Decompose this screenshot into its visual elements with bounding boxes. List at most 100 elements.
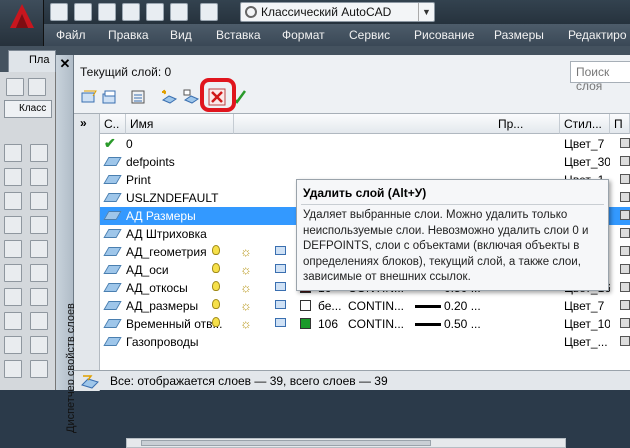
plot-printer-icon[interactable] bbox=[620, 210, 630, 220]
expand-filter-icon[interactable]: » bbox=[80, 116, 87, 130]
move-icon[interactable] bbox=[30, 264, 48, 282]
col-plot[interactable]: П bbox=[610, 114, 630, 134]
tab-plan[interactable]: Пла bbox=[8, 50, 56, 72]
layer-name[interactable]: АД Размеры bbox=[126, 209, 224, 223]
mirror-icon[interactable] bbox=[30, 192, 48, 210]
plot-printer-icon[interactable] bbox=[620, 228, 630, 238]
new-layer-icon[interactable] bbox=[160, 88, 178, 106]
layer-search-input[interactable]: Поиск слоя bbox=[570, 61, 630, 93]
palette-title-bar[interactable]: ✕ Диспетчер свойств слоев bbox=[56, 55, 77, 433]
lineweight[interactable]: 0.50 ... bbox=[444, 317, 488, 331]
lock-icon[interactable] bbox=[275, 318, 286, 327]
toolbox-style-selector[interactable]: Класс bbox=[4, 100, 52, 118]
layer-name[interactable]: АД Штриховка bbox=[126, 227, 224, 241]
close-icon[interactable]: ✕ bbox=[58, 57, 72, 71]
ellipse-icon[interactable] bbox=[4, 360, 22, 378]
menu-edit[interactable]: Правка bbox=[108, 28, 149, 42]
color-swatch[interactable] bbox=[300, 300, 311, 311]
color-swatch[interactable] bbox=[300, 318, 311, 329]
polyline-arc-icon[interactable] bbox=[4, 192, 22, 210]
save-icon[interactable] bbox=[98, 3, 116, 21]
layer-states-manager-icon[interactable] bbox=[130, 88, 148, 106]
layer-name[interactable]: АД_оси bbox=[126, 263, 224, 277]
layer-name[interactable]: 0 bbox=[126, 137, 224, 151]
arc-icon[interactable] bbox=[4, 264, 22, 282]
menu-format[interactable]: Формат bbox=[282, 28, 325, 42]
menu-view[interactable]: Вид bbox=[170, 28, 192, 42]
toolbox-file-icon[interactable] bbox=[6, 78, 24, 96]
rectangle-icon[interactable] bbox=[4, 240, 22, 258]
plot-printer-icon[interactable] bbox=[620, 264, 630, 274]
linetype[interactable]: CONTIN... bbox=[348, 317, 410, 331]
new-group-filter-icon[interactable] bbox=[100, 88, 118, 106]
table-row[interactable]: АД_размеры ☼ бе... CONTIN... 0.20 ... Цвет_7 bbox=[100, 297, 630, 315]
brush-icon[interactable] bbox=[30, 144, 48, 162]
plot-printer-icon[interactable] bbox=[620, 246, 630, 256]
lineweight[interactable]: 0.20 ... bbox=[444, 299, 488, 313]
menu-tools[interactable]: Сервис bbox=[349, 28, 390, 42]
layer-name[interactable]: АД_размеры bbox=[126, 299, 224, 313]
linetype[interactable]: CONTIN... bbox=[348, 299, 410, 313]
offset-icon[interactable] bbox=[30, 216, 48, 234]
menu-dimension[interactable]: Размеры bbox=[494, 28, 544, 42]
on-off-bulb-icon[interactable] bbox=[212, 263, 220, 273]
freeze-sun-icon[interactable]: ☼ bbox=[240, 263, 252, 276]
application-menu-button[interactable] bbox=[0, 0, 44, 46]
plot-printer-icon[interactable] bbox=[620, 156, 630, 166]
col-plot-transparency[interactable]: Пр... bbox=[494, 114, 560, 134]
plot-style[interactable]: Цвет_7 bbox=[564, 137, 610, 151]
new-property-filter-icon[interactable] bbox=[80, 88, 98, 106]
polygon-icon[interactable] bbox=[4, 216, 22, 234]
array-icon[interactable] bbox=[30, 240, 48, 258]
circle-icon[interactable] bbox=[4, 288, 22, 306]
lock-icon[interactable] bbox=[275, 264, 286, 273]
menu-modify[interactable]: Редактиро bbox=[568, 28, 627, 42]
col-plot-style[interactable]: Стил... bbox=[560, 114, 610, 134]
freeze-sun-icon[interactable]: ☼ bbox=[240, 299, 252, 312]
new-file-icon[interactable] bbox=[50, 3, 68, 21]
layer-name[interactable]: USLZNDEFAULT bbox=[126, 191, 224, 205]
plot-printer-icon[interactable] bbox=[620, 300, 630, 310]
table-row[interactable]: Газопроводы Цвет_... bbox=[100, 333, 630, 351]
color-name[interactable]: бе... bbox=[318, 299, 346, 313]
plot-printer-icon[interactable] bbox=[620, 138, 630, 148]
plot-printer-icon[interactable] bbox=[620, 318, 630, 328]
revcloud-icon[interactable] bbox=[4, 312, 22, 330]
table-row[interactable]: ✔ 0 Цвет_7 bbox=[100, 135, 630, 153]
freeze-sun-icon[interactable]: ☼ bbox=[240, 317, 252, 330]
col-name[interactable]: Имя bbox=[126, 114, 234, 134]
horizontal-scrollbar[interactable] bbox=[126, 438, 566, 448]
menu-file[interactable]: Файл bbox=[56, 28, 86, 42]
layer-name[interactable]: Газопроводы bbox=[126, 335, 224, 349]
color-name[interactable]: 106 bbox=[318, 317, 346, 331]
plot-style[interactable]: Цвет_106 bbox=[564, 317, 610, 331]
layer-name[interactable]: АД_геометрия bbox=[126, 245, 224, 259]
table-row[interactable]: defpoints Цвет_30 bbox=[100, 153, 630, 171]
on-off-bulb-icon[interactable] bbox=[212, 299, 220, 309]
workspace-selector[interactable]: Классический AutoCAD ▼ bbox=[240, 2, 435, 22]
freeze-sun-icon[interactable]: ☼ bbox=[240, 281, 252, 294]
lock-icon[interactable] bbox=[275, 246, 286, 255]
menu-draw[interactable]: Рисование bbox=[414, 28, 474, 42]
spline-icon[interactable] bbox=[4, 336, 22, 354]
copy-icon[interactable] bbox=[30, 168, 48, 186]
lock-icon[interactable] bbox=[275, 300, 286, 309]
table-row[interactable]: Временный отв... ☼ 106 CONTIN... 0.50 ... Цве… bbox=[100, 315, 630, 333]
filter-icon[interactable] bbox=[80, 373, 100, 389]
stretch-icon[interactable] bbox=[30, 336, 48, 354]
on-off-bulb-icon[interactable] bbox=[212, 317, 220, 327]
menu-insert[interactable]: Вставка bbox=[216, 28, 261, 42]
layer-name[interactable]: defpoints bbox=[126, 155, 224, 169]
plot-printer-icon[interactable] bbox=[620, 174, 630, 184]
plot-printer-icon[interactable] bbox=[620, 336, 630, 346]
print-icon[interactable] bbox=[146, 3, 164, 21]
freeze-sun-icon[interactable]: ☼ bbox=[240, 245, 252, 258]
save-as-icon[interactable] bbox=[122, 3, 140, 21]
scale-icon[interactable] bbox=[30, 312, 48, 330]
trim-icon[interactable] bbox=[30, 360, 48, 378]
new-layer-vp-frozen-icon[interactable] bbox=[182, 88, 200, 106]
plot-printer-icon[interactable] bbox=[620, 192, 630, 202]
line-icon[interactable] bbox=[4, 144, 22, 162]
scrollbar-thumb[interactable] bbox=[141, 440, 431, 446]
layer-name[interactable]: Print bbox=[126, 173, 224, 187]
